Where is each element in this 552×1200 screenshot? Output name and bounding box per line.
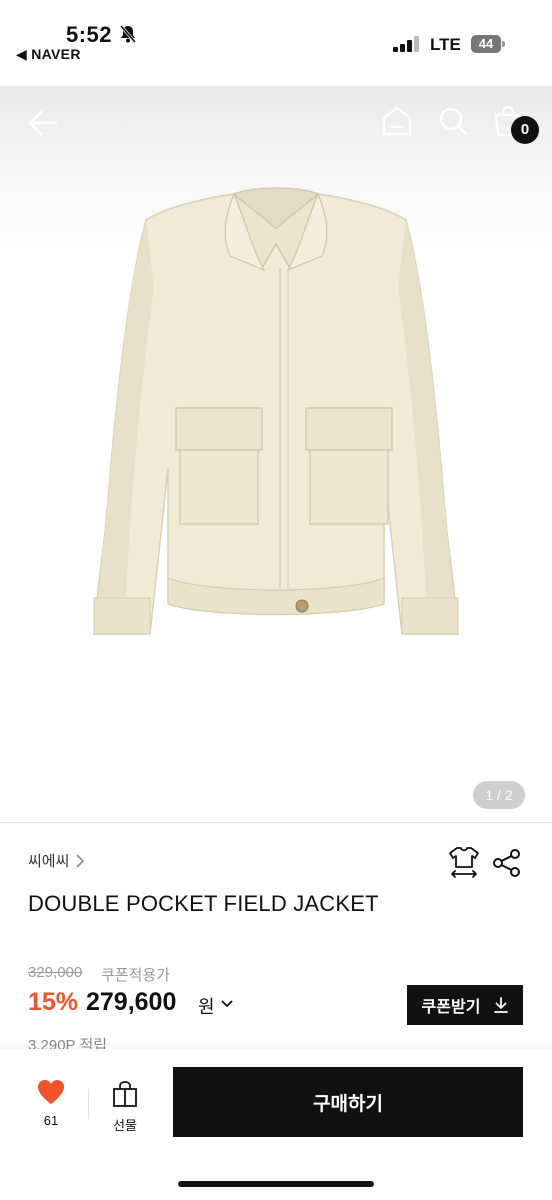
signal-icon: [393, 36, 419, 52]
battery-icon: 44: [471, 35, 505, 53]
status-bar: 5:52 ◀ NAVER LTE 44: [0, 0, 552, 86]
divider: [88, 1089, 89, 1119]
image-page-indicator: 1 / 2: [473, 781, 525, 809]
heart-icon: [38, 1080, 64, 1104]
brand-name: 씨에씨: [28, 853, 70, 870]
coupon-price-note: 쿠폰적용가: [101, 967, 171, 984]
status-time: 5:52: [66, 22, 113, 47]
bell-slash-icon: [119, 25, 137, 43]
gift-button[interactable]: 선물: [104, 1081, 146, 1134]
original-price: 329,000: [28, 964, 83, 981]
size-fit-icon[interactable]: [448, 845, 480, 879]
reward-points: 3,290P 적립: [28, 1037, 108, 1049]
download-icon: [494, 997, 509, 1013]
get-coupon-button[interactable]: 쿠폰받기: [407, 985, 523, 1025]
like-count: 61: [43, 1113, 59, 1128]
network-type: LTE: [430, 35, 461, 54]
product-name: DOUBLE POCKET FIELD JACKET: [28, 891, 379, 916]
buy-label: 구매하기: [313, 1093, 383, 1115]
gift-label: 선물: [113, 1118, 137, 1133]
home-indicator[interactable]: [178, 1181, 374, 1187]
brand-link[interactable]: 씨에씨: [28, 850, 85, 871]
currency-unit: 원: [198, 997, 215, 1017]
home-icon[interactable]: [380, 104, 414, 138]
share-icon[interactable]: [492, 848, 522, 878]
back-arrow-icon[interactable]: [26, 106, 60, 140]
cart-count-badge[interactable]: 0: [511, 116, 539, 144]
get-coupon-label: 쿠폰받기: [421, 999, 481, 1016]
search-icon[interactable]: [436, 104, 470, 138]
buy-button[interactable]: 구매하기: [173, 1067, 523, 1137]
bottom-action-bar: 61 선물 구매하기: [0, 1049, 552, 1200]
like-button[interactable]: 61: [30, 1079, 72, 1128]
battery-level: 44: [471, 35, 501, 53]
divider: [0, 822, 552, 823]
sale-price: 279,600: [86, 988, 177, 1016]
discount-rate: 15%: [28, 988, 79, 1016]
back-to-naver-link[interactable]: ◀ NAVER: [16, 46, 81, 63]
product-image: [93, 187, 459, 635]
product-gallery[interactable]: 0 1 / 2: [0, 86, 552, 822]
chevron-down-icon[interactable]: [220, 998, 234, 1010]
chevron-right-icon: [76, 853, 85, 868]
gift-bag-icon: [113, 1081, 137, 1107]
